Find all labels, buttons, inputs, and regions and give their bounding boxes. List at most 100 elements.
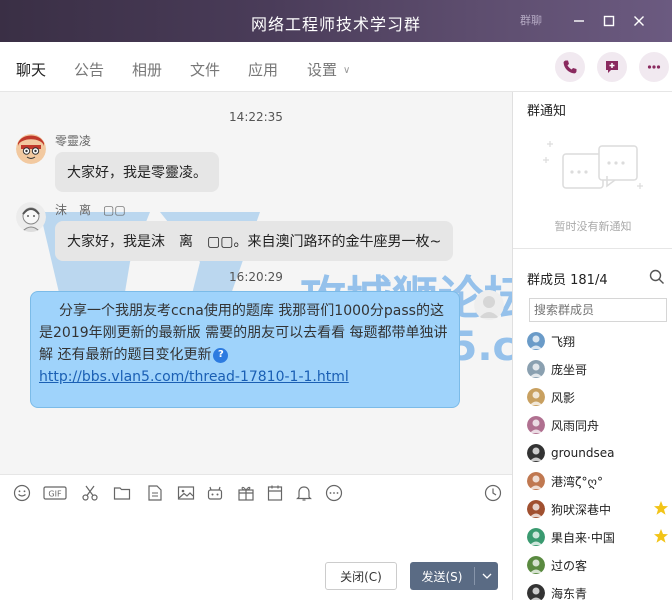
- chevron-down-icon: [482, 573, 491, 579]
- member-item[interactable]: 狗吠深巷中: [527, 498, 669, 520]
- doc-button[interactable]: [146, 484, 164, 502]
- emoji-button[interactable]: [13, 484, 31, 502]
- calendar-button[interactable]: [266, 484, 284, 502]
- gift-button[interactable]: [237, 484, 255, 502]
- avatar-icon: [527, 528, 545, 546]
- close-window-button[interactable]: [630, 12, 648, 30]
- avatar-icon: [527, 388, 545, 406]
- avatar-icon: [527, 472, 545, 490]
- screenshot-button[interactable]: [81, 484, 99, 502]
- member-item[interactable]: groundsea: [527, 442, 669, 464]
- tab-files[interactable]: 文件: [190, 59, 220, 80]
- member-avatar: [527, 388, 545, 406]
- input-toolbar: GIF: [0, 474, 512, 510]
- minimize-button[interactable]: [570, 12, 588, 30]
- svg-text:GIF: GIF: [48, 490, 62, 499]
- search-icon[interactable]: [649, 269, 665, 285]
- send-button-label: 发送(S): [421, 569, 463, 584]
- avatar-icon: [474, 290, 504, 320]
- member-name: 过の客: [551, 558, 588, 573]
- member-item[interactable]: 风雨同舟: [527, 414, 669, 436]
- tab-settings-label: 设置: [307, 61, 338, 79]
- message-bubble-own[interactable]: 分享一个我朋友考ccna使用的题库 我那哥们1000分pass的这是2019年刚…: [30, 291, 460, 408]
- tab-chat[interactable]: 聊天: [16, 59, 47, 94]
- more-circle-icon: [325, 484, 343, 502]
- member-search-input[interactable]: [529, 298, 667, 322]
- message-bubble[interactable]: 大家好，我是零靈凌。: [55, 152, 219, 192]
- chevron-down-icon: ∨: [343, 65, 351, 76]
- maximize-button[interactable]: [600, 12, 618, 30]
- member-item[interactable]: 庞坐哥: [527, 358, 669, 380]
- member-avatar: [527, 444, 545, 462]
- send-button[interactable]: 发送(S): [410, 562, 498, 590]
- member-avatar: [527, 556, 545, 574]
- tab-announcement[interactable]: 公告: [74, 59, 104, 80]
- folder-icon: [113, 487, 131, 500]
- avatar-icon: [527, 444, 545, 462]
- voice-call-button[interactable]: [555, 52, 585, 82]
- member-item[interactable]: 海东青: [527, 582, 669, 600]
- member-item[interactable]: 港湾ζ°ღ°: [527, 470, 669, 492]
- message-text: 大家好，我是零靈凌。: [67, 165, 207, 181]
- gif-icon: GIF: [43, 486, 67, 500]
- more-button[interactable]: [639, 52, 669, 82]
- tab-apps[interactable]: 应用: [248, 59, 278, 80]
- right-panel: 群通知 暂时没有新通知 群成员 181/4 飞翔庞坐哥风影风雨同舟 grounds…: [512, 92, 672, 600]
- message-time: 14:22:35: [229, 110, 283, 124]
- empty-notice-icon: [543, 141, 643, 189]
- sender-name: 零靈凌: [55, 134, 92, 148]
- chat-area[interactable]: 攻城狮论坛 bbs.vlan5.com 14:22:35 零靈凌 大家好，我是零…: [0, 92, 512, 474]
- phone-icon: [563, 60, 577, 74]
- add-chat-button[interactable]: [597, 52, 627, 82]
- member-avatar: [527, 472, 545, 490]
- robot-icon: [207, 486, 223, 500]
- send-options-button[interactable]: [475, 573, 498, 579]
- gift-icon: [238, 486, 254, 501]
- avatar[interactable]: [16, 202, 46, 232]
- member-item[interactable]: 过の客: [527, 554, 669, 576]
- avatar-icon: [527, 500, 545, 518]
- title-bar: 网络工程师技术学习群 群聊: [0, 0, 672, 42]
- document-icon: [148, 485, 162, 501]
- member-item[interactable]: 风影: [527, 386, 669, 408]
- gif-button[interactable]: GIF: [43, 484, 67, 502]
- help-icon[interactable]: ?: [213, 347, 229, 363]
- clock-icon: [484, 484, 502, 502]
- avatar-icon: [527, 584, 545, 600]
- tab-album[interactable]: 相册: [132, 59, 162, 80]
- history-button[interactable]: [484, 484, 502, 502]
- own-avatar[interactable]: [474, 290, 504, 320]
- member-name: 狗吠深巷中: [551, 502, 612, 517]
- member-name: 风雨同舟: [551, 418, 600, 433]
- member-avatar: [527, 584, 545, 600]
- member-item[interactable]: 飞翔: [527, 330, 669, 352]
- member-avatar: [527, 528, 545, 546]
- more-tools-button[interactable]: [325, 484, 343, 502]
- send-file-button[interactable]: [113, 484, 131, 502]
- avatar-icon: [527, 556, 545, 574]
- avatar-cartoon-icon: [16, 134, 46, 164]
- member-name: 海东青: [551, 586, 588, 600]
- notice-title: 群通知: [527, 104, 567, 119]
- image-button[interactable]: [177, 484, 195, 502]
- notification-button[interactable]: [295, 484, 313, 502]
- message-time: 16:20:29: [229, 270, 283, 284]
- image-icon: [177, 486, 195, 500]
- avatar-icon: [527, 416, 545, 434]
- star-icon: [654, 501, 668, 515]
- tab-settings[interactable]: 设置 ∨: [307, 59, 350, 80]
- avatar[interactable]: [16, 134, 46, 164]
- star-icon: [654, 529, 668, 543]
- app-button[interactable]: [206, 484, 224, 502]
- member-avatar: [527, 332, 545, 350]
- member-item[interactable]: 果自来·中国: [527, 526, 669, 548]
- notice-empty-text: 暂时没有新通知: [554, 220, 632, 233]
- close-button[interactable]: 关闭(C): [325, 562, 397, 590]
- message-bubble[interactable]: 大家好，我是沫 离 ▢▢。来自澳门路环的金牛座男一枚~: [55, 221, 454, 261]
- avatar-sketch-icon: [16, 202, 46, 232]
- close-icon: [634, 16, 644, 26]
- member-name: 飞翔: [551, 334, 576, 349]
- sender-name: 沫 离 ▢▢: [55, 203, 126, 217]
- message-link[interactable]: http://bbs.vlan5.com/thread-17810-1-1.ht…: [39, 369, 349, 385]
- message-text: 分享一个我朋友考ccna使用的题库 我那哥们1000分pass的这是2019年刚…: [39, 303, 448, 363]
